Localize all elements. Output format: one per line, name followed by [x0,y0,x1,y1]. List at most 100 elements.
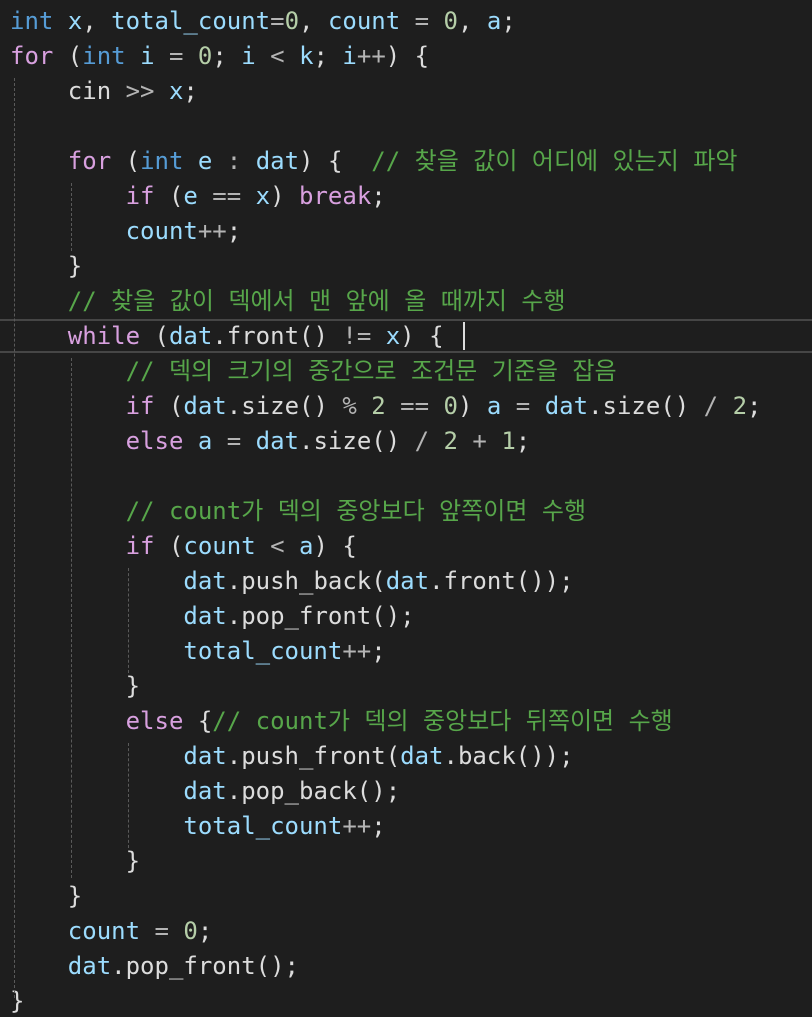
code-token: dat [255,427,300,455]
code-token: . [226,777,242,805]
code-token: ( [371,567,386,595]
code-token: ; [371,637,386,665]
code-token: . [443,742,458,770]
text-caret [463,322,465,350]
code-token: % [327,392,372,420]
code-token: 0 [443,392,458,420]
code-line: int x, total_count=0, count = 0, a; [10,4,516,39]
code-token: dat [67,952,112,980]
code-token: dat [183,567,227,595]
code-token: (); [255,952,300,980]
code-line: } [10,249,82,284]
code-token: ( [154,182,184,210]
code-token: ++ [356,42,386,70]
code-token: for [10,42,54,70]
code-token: front [443,567,516,595]
code-token: = [501,392,545,420]
code-token: ( [154,532,184,560]
code-token: . [226,392,242,420]
code-token: } [125,672,141,700]
code-token: dat [400,742,444,770]
code-token: ( [154,392,184,420]
code-token: ( [140,322,169,350]
code-token: dat [183,777,227,805]
code-token: , [458,7,487,35]
code-token: // count가 덱의 중앙보다 뒤쪽이면 수행 [212,707,673,735]
code-token: (); [371,602,415,630]
code-token: ( [385,742,401,770]
code-token: dat [255,147,300,175]
code-token: count [183,532,256,560]
code-token: total_count [183,812,343,840]
code-token: (); [356,777,401,805]
code-token: ; [501,7,516,35]
code-token: 0 [284,7,300,35]
code-token: front [226,322,300,350]
code-token: dat [183,742,227,770]
code-line: dat.pop_back(); [10,774,400,809]
code-token: , [82,7,112,35]
code-token: { [183,707,213,735]
code-token: a [197,427,213,455]
code-token: x [168,77,184,105]
code-line: // 덱의 크기의 중간으로 조건문 기준을 잡음 [10,354,617,389]
code-token: == [197,182,256,210]
code-line: dat.pop_front(); [10,949,299,984]
code-token: / [689,392,733,420]
code-token: } [67,882,83,910]
code-line: dat.push_back(dat.front()); [10,564,573,599]
code-token: ) { [299,147,372,175]
code-token: i [342,42,357,70]
code-token: a [486,392,502,420]
code-token: == [385,392,444,420]
code-token: ) { [313,532,357,560]
code-token: = [270,7,285,35]
indent-guide [14,78,15,998]
code-token: while [67,322,141,350]
code-token: dat [183,392,227,420]
code-line: count++; [10,214,242,249]
code-line: } [10,984,24,1017]
code-token: ( [111,147,141,175]
code-token: ; [226,217,242,245]
code-token: < [255,42,300,70]
code-token: int [82,42,126,70]
code-line: if (dat.size() % 2 == 0) a = dat.size() … [10,389,762,424]
code-token: if [125,532,155,560]
code-token: = [154,42,198,70]
code-token: // 찾을 값이 어디에 있는지 파악 [371,147,738,175]
code-token: size [602,392,661,420]
indent-guide [71,358,72,878]
code-token: break [299,182,372,210]
code-token: int [140,147,184,175]
code-editor[interactable]: int x, total_count=0, count = 0, a; for (… [0,0,812,1017]
code-token: } [10,987,25,1015]
code-token: count [327,7,401,35]
code-token: x [67,7,83,35]
code-token: else [125,427,184,455]
code-token: x [255,182,271,210]
code-line: // 찾을 값이 덱에서 맨 앞에 올 때까지 수행 [10,284,566,319]
code-token: ) [270,182,300,210]
code-token: ()); [515,742,574,770]
code-token: ; [212,42,242,70]
code-token: ; [371,182,386,210]
code-token: ( [53,42,83,70]
code-token: ; [371,812,386,840]
code-line: if (e == x) break; [10,179,386,214]
